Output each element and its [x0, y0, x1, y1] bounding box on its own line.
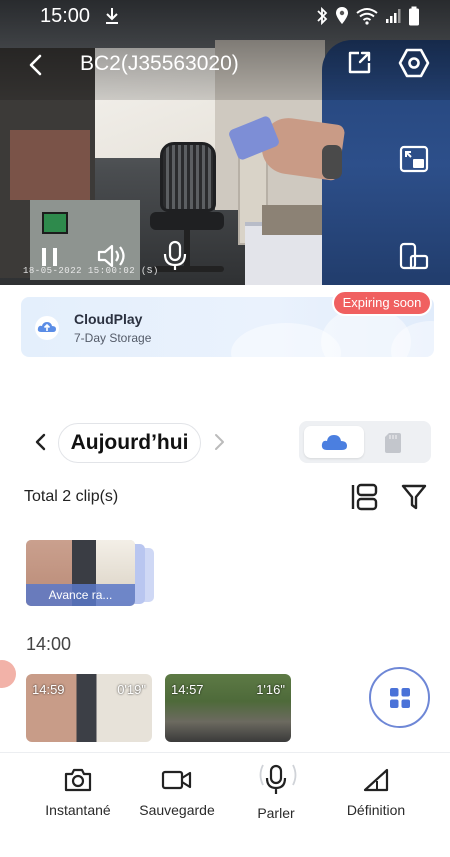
wifi-icon: [356, 8, 378, 25]
cloud-service-name: CloudPlay: [74, 311, 143, 327]
cloud-upload-icon: [37, 322, 56, 332]
pause-icon[interactable]: [38, 246, 62, 268]
next-day-chevron-icon[interactable]: [212, 432, 226, 452]
storage-source-toggle: [299, 421, 431, 463]
camera-icon: [64, 768, 92, 792]
definition-label: Définition: [346, 802, 406, 818]
settings-hexagon-icon[interactable]: [398, 47, 430, 79]
record-label: Sauvegarde: [139, 802, 215, 818]
talk-button[interactable]: Parler: [236, 764, 316, 821]
camera-title: BC2(J35563020): [80, 52, 239, 75]
snapshot-button[interactable]: Instantané: [38, 767, 118, 818]
clip-time: 14:57: [171, 682, 204, 697]
definition-icon: [363, 768, 389, 792]
external-link-icon[interactable]: [346, 50, 372, 76]
clip-thumbnail[interactable]: 14:59 0'19": [26, 674, 152, 742]
highlight-clip-card[interactable]: Avance ra...: [26, 540, 135, 606]
date-selector[interactable]: Aujourd’hui: [58, 423, 201, 463]
status-bar: 15:00: [0, 0, 450, 34]
definition-button[interactable]: Définition: [336, 767, 416, 818]
download-icon: [106, 8, 118, 24]
total-clips-count: Total 2 clip(s): [24, 488, 119, 505]
microphone-video-icon[interactable]: [162, 240, 188, 272]
picture-in-picture-icon[interactable]: [399, 145, 429, 173]
filter-icon[interactable]: [401, 483, 427, 511]
timeline-hour-heading: 14:00: [26, 634, 72, 654]
microphone-icon: [265, 764, 287, 794]
list-view-icon[interactable]: [350, 482, 380, 512]
camera-playback-screen: 15:00 BC2(J35563020) 18-05-2022 15:00:02…: [0, 0, 450, 857]
expiring-soon-badge[interactable]: Expiring soon: [332, 290, 432, 316]
highlight-clip-label: Avance ra...: [26, 584, 135, 606]
previous-day-chevron-icon[interactable]: [34, 432, 48, 452]
video-record-icon: [161, 770, 192, 790]
live-video-feed[interactable]: 15:00 BC2(J35563020) 18-05-2022 15:00:02…: [0, 0, 450, 285]
talk-label: Parler: [257, 805, 295, 821]
clip-duration: 1'16": [256, 682, 285, 697]
cloud-storage-tab[interactable]: [304, 426, 364, 458]
snapshot-label: Instantané: [45, 802, 111, 818]
sd-card-icon[interactable]: [384, 432, 402, 454]
clip-duration: 0'19": [117, 682, 146, 697]
cloud-upload-badge: [35, 316, 59, 340]
grid-icon: [390, 688, 410, 708]
timeline-indicator-dot: [0, 660, 16, 688]
rotate-screen-icon[interactable]: [399, 242, 429, 270]
bluetooth-icon: [317, 6, 328, 26]
back-arrow-icon[interactable]: [28, 54, 44, 76]
cloud-icon: [321, 435, 347, 450]
cloud-plan-label: 7-Day Storage: [74, 331, 152, 345]
grid-view-button[interactable]: [369, 667, 430, 728]
battery-icon: [409, 6, 419, 26]
signal-icon: [386, 9, 401, 23]
status-time: 15:00: [40, 5, 91, 27]
clip-thumbnail[interactable]: 14:57 1'16": [165, 674, 291, 742]
video-timestamp: 18-05-2022 15:00:02 (S): [23, 266, 159, 276]
record-button[interactable]: Sauvegarde: [137, 767, 217, 818]
location-icon: [336, 7, 348, 24]
clip-time: 14:59: [32, 682, 65, 697]
